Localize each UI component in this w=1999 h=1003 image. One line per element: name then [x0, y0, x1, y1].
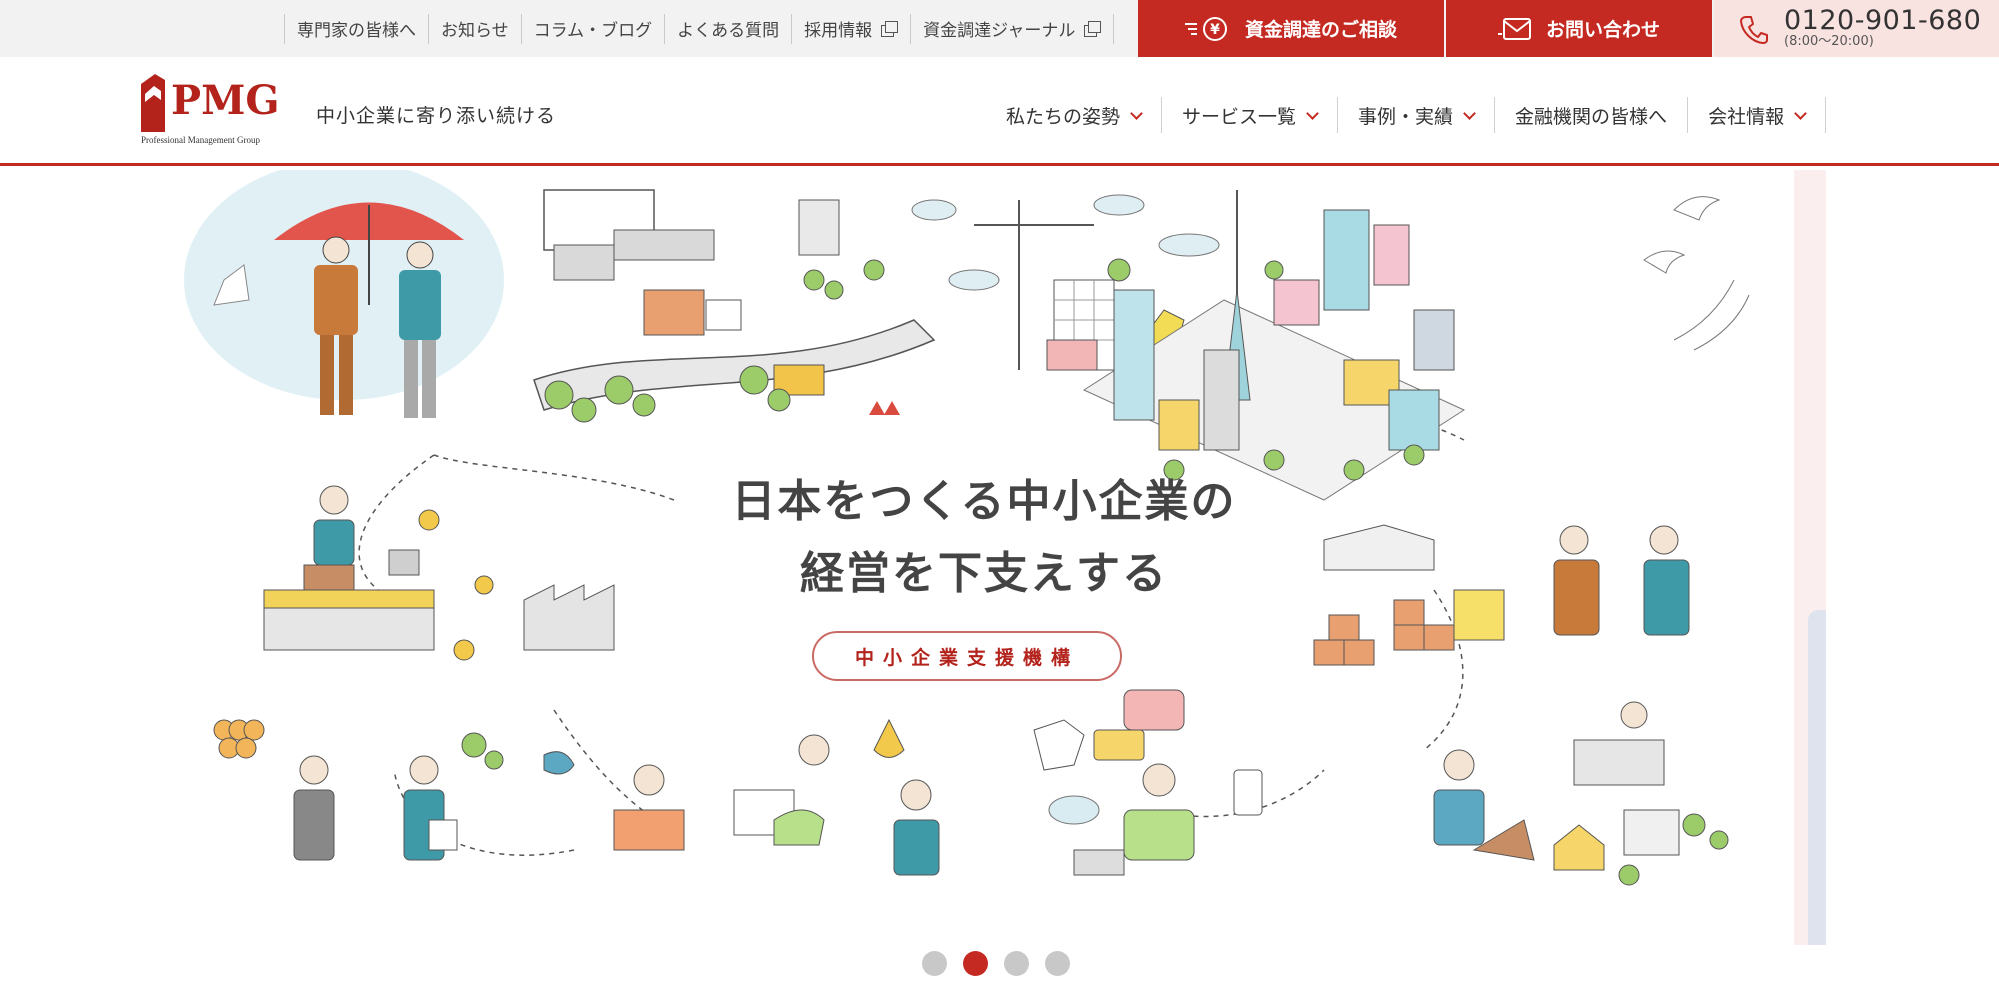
chevron-down-icon	[1463, 106, 1476, 120]
phone-hours: (8:00〜20:00)	[1784, 34, 1874, 49]
hero-title-line-1: 日本をつくる中小企業の	[731, 476, 1237, 527]
funding-consult-button[interactable]: ¥ 資金調達のご相談	[1138, 0, 1444, 57]
hero-badge[interactable]: 中小企業支援機構	[812, 631, 1122, 681]
util-link-label: 資金調達ジャーナル	[923, 21, 1076, 41]
phone-icon	[1740, 14, 1768, 44]
utility-bar: 専門家の皆様へ お知らせ コラム・ブログ よくある質問 採用情報 資金調達ジャー…	[0, 0, 1999, 57]
nav-item-label: サービス一覧	[1182, 105, 1297, 128]
logo-mark-icon	[141, 74, 165, 132]
external-link-icon	[881, 21, 899, 37]
carousel-dot[interactable]	[1004, 951, 1029, 976]
hero-slide: 日本をつくる中小企業の 経営を下支えする 中小企業支援機構	[174, 170, 1794, 945]
nav-item-our-stance[interactable]: 私たちの姿勢	[990, 97, 1163, 133]
phone-contact[interactable]: 0120-901-680 (8:00〜20:00)	[1714, 0, 1999, 57]
util-link-faq[interactable]: よくある質問	[664, 13, 791, 44]
svg-text:¥: ¥	[1210, 22, 1220, 38]
carousel-dot[interactable]	[1045, 951, 1070, 976]
nav-item-label: 事例・実績	[1358, 105, 1454, 128]
hero-title-line-2: 経営を下支えする	[800, 548, 1168, 599]
contact-button[interactable]: お問い合わせ	[1446, 0, 1712, 57]
util-link-label: コラム・ブログ	[533, 21, 653, 41]
chevron-down-icon	[1306, 106, 1319, 120]
nav-item-services[interactable]: サービス一覧	[1162, 97, 1339, 133]
external-link-icon	[1084, 21, 1102, 37]
util-link-label: お知らせ	[441, 21, 509, 41]
next-slide-image	[1808, 610, 1826, 945]
phone-text: 0120-901-680 (8:00〜20:00)	[1784, 5, 1982, 49]
nav-item-company[interactable]: 会社情報	[1688, 97, 1827, 133]
contact-label: お問い合わせ	[1545, 19, 1660, 41]
util-link-recruit[interactable]: 採用情報	[791, 13, 910, 44]
next-slide-peek	[1794, 170, 1826, 945]
util-link-news[interactable]: お知らせ	[428, 13, 521, 44]
chevron-down-icon	[1130, 106, 1143, 120]
yen-icon: ¥	[1184, 16, 1231, 42]
carousel-dots	[922, 951, 1070, 976]
pmg-logo[interactable]: PMG Professional Management Group	[139, 74, 289, 150]
logo-text: PMG	[171, 77, 280, 124]
funding-consult-label: 資金調達のご相談	[1244, 19, 1397, 41]
carousel-dot[interactable]	[963, 951, 988, 976]
util-link-experts[interactable]: 専門家の皆様へ	[284, 13, 428, 44]
util-link-label: 専門家の皆様へ	[297, 21, 416, 41]
chevron-down-icon	[1794, 106, 1807, 120]
util-link-label: 採用情報	[804, 21, 873, 41]
envelope-icon	[1497, 16, 1532, 42]
nav-item-label: 金融機関の皆様へ	[1515, 105, 1668, 128]
nav-item-label: 私たちの姿勢	[1006, 105, 1121, 128]
main-header: PMG Professional Management Group 中小企業に寄…	[0, 57, 1999, 166]
util-link-journal[interactable]: 資金調達ジャーナル	[910, 13, 1115, 44]
nav-item-financial-institutions[interactable]: 金融機関の皆様へ	[1495, 97, 1689, 133]
logo-subtitle: Professional Management Group	[141, 135, 260, 145]
utility-links: 専門家の皆様へ お知らせ コラム・ブログ よくある質問 採用情報 資金調達ジャー…	[284, 0, 1115, 57]
site-tagline: 中小企業に寄り添い続ける	[316, 105, 557, 127]
phone-number: 0120-901-680	[1784, 5, 1982, 36]
nav-item-cases[interactable]: 事例・実績	[1338, 97, 1496, 133]
util-link-column-blog[interactable]: コラム・ブログ	[520, 13, 665, 44]
util-link-label: よくある質問	[677, 21, 780, 41]
hero-title: 日本をつくる中小企業の 経営を下支えする	[174, 466, 1794, 610]
nav-item-label: 会社情報	[1708, 105, 1785, 128]
carousel-dot[interactable]	[922, 951, 947, 976]
global-nav: 私たちの姿勢 サービス一覧 事例・実績 金融機関の皆様へ 会社情報	[990, 97, 1827, 133]
